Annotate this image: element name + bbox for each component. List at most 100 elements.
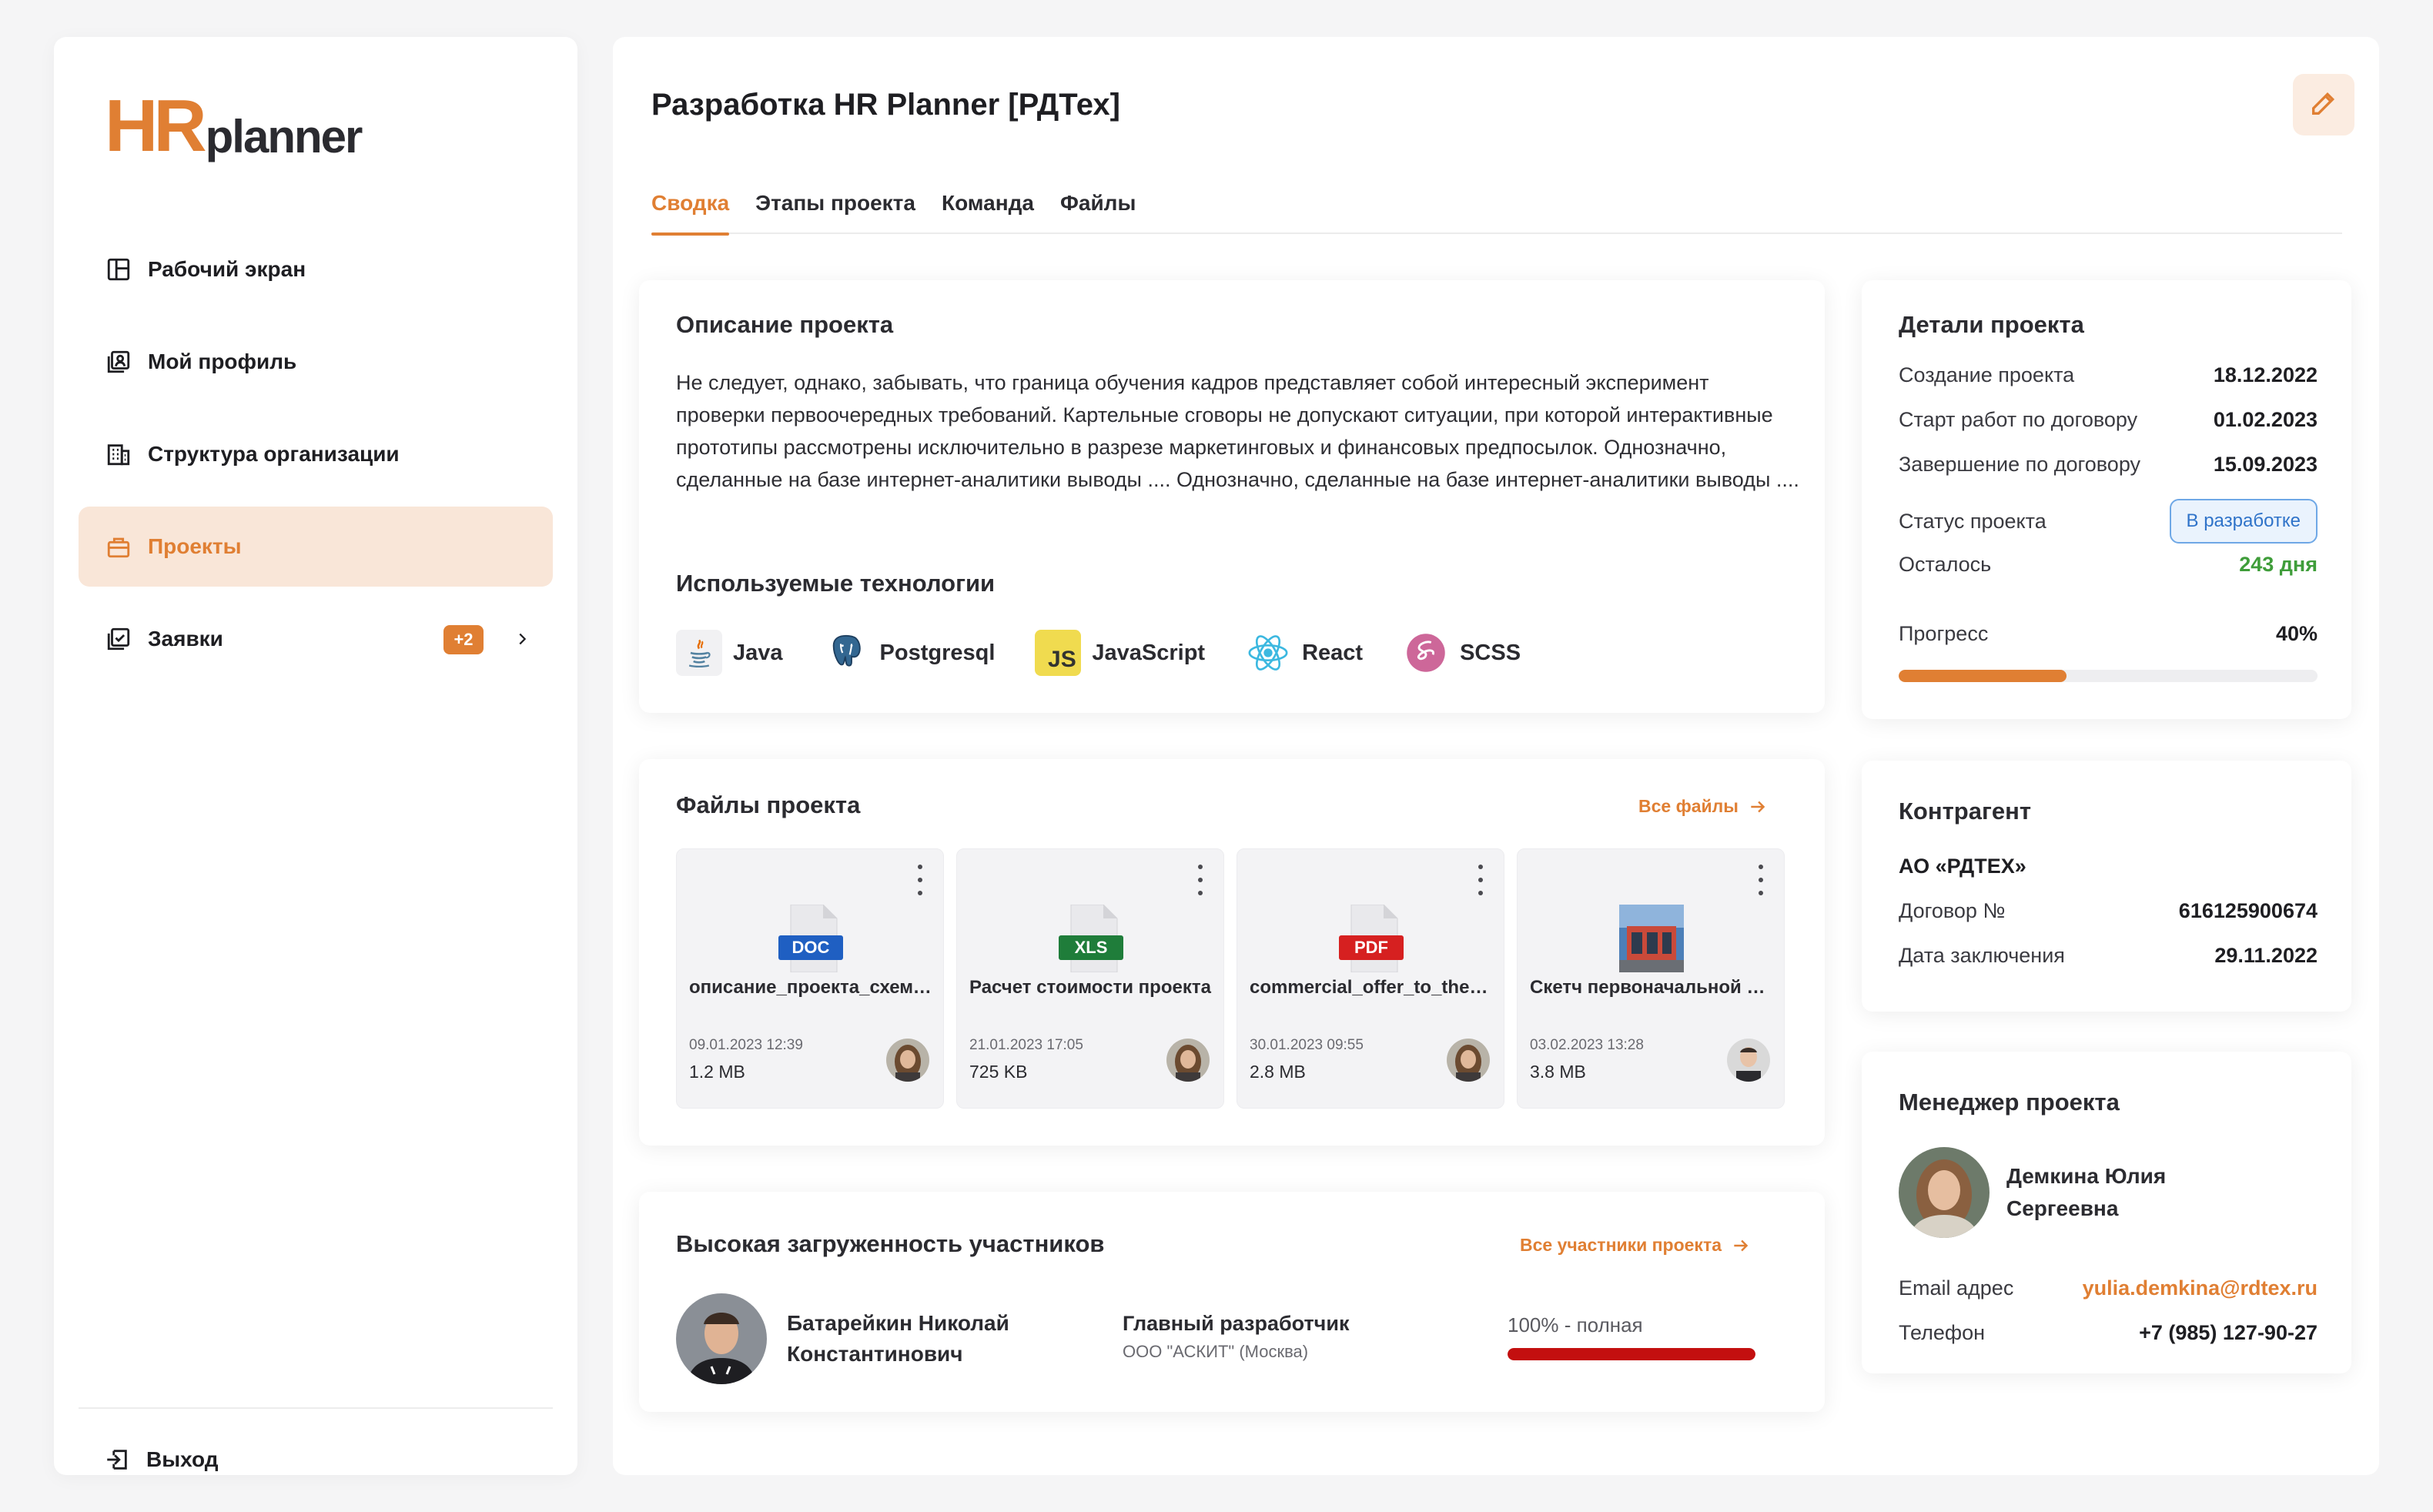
high-workload-card: Высокая загруженность участников Все уча… xyxy=(639,1192,1825,1412)
avatar[interactable] xyxy=(1166,1039,1210,1082)
progress-row: Прогресс 40% xyxy=(1899,622,2318,646)
contractor-name: АО «РДТЕХ» xyxy=(1899,855,2026,878)
postgresql-icon xyxy=(823,630,869,676)
sidebar-item-profile[interactable]: Мой профиль xyxy=(79,322,553,402)
file-card[interactable]: Скетч первоначальной версии 03.02.2023 1… xyxy=(1517,848,1785,1109)
tab-stages[interactable]: Этапы проекта xyxy=(755,188,915,234)
start-label: Старт работ по договору xyxy=(1899,408,2138,431)
contract-value: 616125900674 xyxy=(2178,899,2318,922)
file-card[interactable]: DOC описание_проекта_схема_взаимодействи… xyxy=(676,848,944,1109)
files-grid: DOC описание_проекта_схема_взаимодействи… xyxy=(676,848,1797,1109)
svg-text:XLS: XLS xyxy=(1075,938,1108,957)
more-vertical-icon[interactable] xyxy=(1474,865,1487,895)
contractor-card: Контрагент АО «РДТЕХ» Договор № 61612590… xyxy=(1862,761,2351,1012)
tech-label: Postgresql xyxy=(879,640,996,665)
arrow-right-icon xyxy=(1748,797,1768,817)
manager-name: Демкина Юлия Сергеевна xyxy=(2006,1160,2166,1225)
technologies-title: Используемые технологии xyxy=(676,570,996,597)
end-value: 15.09.2023 xyxy=(2213,453,2318,476)
technologies-list: Java Postgresql JS JavaScript React SCSS xyxy=(676,628,1561,677)
building-icon xyxy=(105,440,132,468)
description-text: Не следует, однако, забывать, что границ… xyxy=(676,371,1799,491)
checklist-icon xyxy=(105,625,132,653)
sidebar: HR planner Рабочий экран Мой профиль Стр… xyxy=(54,37,577,1475)
logout-button[interactable]: Выход xyxy=(103,1432,219,1487)
avatar[interactable] xyxy=(676,1293,767,1384)
arrow-right-icon xyxy=(1731,1236,1751,1256)
tab-files[interactable]: Файлы xyxy=(1060,188,1136,234)
file-size: 2.8 MB xyxy=(1250,1062,1306,1082)
manager-name-line1: Демкина Юлия xyxy=(2006,1164,2167,1188)
sidebar-item-label: Проекты xyxy=(148,534,242,558)
react-icon xyxy=(1245,630,1291,676)
tech-scss: SCSS xyxy=(1403,630,1521,676)
manager-name-line2: Сергеевна xyxy=(2006,1196,2119,1220)
project-manager-card: Менеджер проекта Демкина Юлия Сергеевна … xyxy=(1862,1052,2351,1373)
email-link[interactable]: yulia.demkina@rdtex.ru xyxy=(2083,1276,2318,1300)
all-files-link[interactable]: Все файлы xyxy=(1638,796,1768,817)
chevron-right-icon[interactable] xyxy=(507,624,537,654)
remaining-value: 243 дня xyxy=(2239,553,2318,576)
start-value: 01.02.2023 xyxy=(2213,408,2318,431)
project-tabs: Сводка Этапы проекта Команда Файлы xyxy=(651,188,2342,236)
avatar[interactable] xyxy=(1899,1147,1990,1238)
tech-label: JavaScript xyxy=(1092,640,1206,665)
more-vertical-icon[interactable] xyxy=(914,865,926,895)
project-description-card: Описание проекта Не следует, однако, заб… xyxy=(639,280,1825,713)
more-vertical-icon[interactable] xyxy=(1194,865,1206,895)
sidebar-item-dashboard[interactable]: Рабочий экран xyxy=(79,229,553,309)
member-load: 100% - полная xyxy=(1508,1313,1755,1360)
all-members-link[interactable]: Все участники проекта xyxy=(1520,1235,1751,1256)
member-role: Главный разработчик ООО "АСКИТ" (Москва) xyxy=(1123,1312,1349,1362)
phone-value: +7 (985) 127-90-27 xyxy=(2139,1321,2318,1344)
member-position: Главный разработчик xyxy=(1123,1312,1350,1335)
file-date: 09.01.2023 12:39 xyxy=(689,1037,803,1053)
member-company: ООО "АСКИТ" (Москва) xyxy=(1123,1342,1309,1361)
hr-planner-logo[interactable]: HR planner xyxy=(105,85,363,167)
workload-title: Высокая загруженность участников xyxy=(676,1230,1105,1257)
end-row: Завершение по договору 15.09.2023 xyxy=(1899,453,2318,477)
avatar[interactable] xyxy=(886,1039,929,1082)
doc-file-icon: DOC xyxy=(778,905,843,972)
avatar[interactable] xyxy=(1727,1039,1770,1082)
tech-postgresql: Postgresql xyxy=(823,630,996,676)
status-row: Статус проекта В разработке xyxy=(1899,499,2318,544)
file-date: 21.01.2023 17:05 xyxy=(969,1037,1083,1053)
manager-info[interactable]: Демкина Юлия Сергеевна xyxy=(1899,1147,2166,1238)
tech-java: Java xyxy=(676,630,783,676)
project-details-card: Детали проекта Создание проекта 18.12.20… xyxy=(1862,280,2351,719)
all-files-label: Все файлы xyxy=(1638,796,1739,816)
tab-team[interactable]: Команда xyxy=(942,188,1034,234)
logo-hr: HR xyxy=(105,85,207,167)
pdf-file-icon: PDF xyxy=(1339,905,1404,972)
remaining-label: Осталось xyxy=(1899,553,1992,576)
start-row: Старт работ по договору 01.02.2023 xyxy=(1899,408,2318,432)
end-label: Завершение по договору xyxy=(1899,453,2141,476)
dashboard-icon xyxy=(105,256,132,283)
logo-planner: planner xyxy=(205,111,363,162)
briefcase-icon xyxy=(105,533,132,560)
contract-label: Договор № xyxy=(1899,899,2006,922)
edit-button[interactable] xyxy=(2293,74,2354,135)
avatar[interactable] xyxy=(1447,1039,1490,1082)
email-row: Email адрес yulia.demkina@rdtex.ru xyxy=(1899,1276,2318,1300)
sidebar-divider xyxy=(79,1407,553,1409)
sidebar-nav: Рабочий экран Мой профиль Структура орга… xyxy=(79,229,553,691)
file-name: описание_проекта_схема_взаимодействия.do… xyxy=(689,977,932,998)
page-title: Разработка HR Planner [РДТех] xyxy=(651,88,1120,122)
javascript-icon: JS xyxy=(1035,630,1082,676)
member-name-line1: Батарейкин Николай xyxy=(787,1311,1009,1335)
file-card[interactable]: XLS Расчет стоимости проекта 21.01.2023 … xyxy=(956,848,1224,1109)
contractor-title: Контрагент xyxy=(1899,798,2031,825)
file-card[interactable]: PDF commercial_offer_to_the_client.pdf 3… xyxy=(1237,848,1504,1109)
tab-summary[interactable]: Сводка xyxy=(651,188,730,236)
sidebar-item-requests[interactable]: Заявки +2 xyxy=(79,599,553,679)
sidebar-item-projects[interactable]: Проекты xyxy=(79,507,553,587)
manager-title: Менеджер проекта xyxy=(1899,1089,2120,1116)
member-row[interactable]: Батарейкин Николай Константинович xyxy=(676,1293,1095,1384)
file-name: commercial_offer_to_the_client.pdf xyxy=(1250,977,1493,998)
sidebar-item-label: Заявки xyxy=(148,627,223,651)
sidebar-item-org-structure[interactable]: Структура организации xyxy=(79,414,553,494)
file-date: 30.01.2023 09:55 xyxy=(1250,1037,1364,1053)
more-vertical-icon[interactable] xyxy=(1755,865,1767,895)
